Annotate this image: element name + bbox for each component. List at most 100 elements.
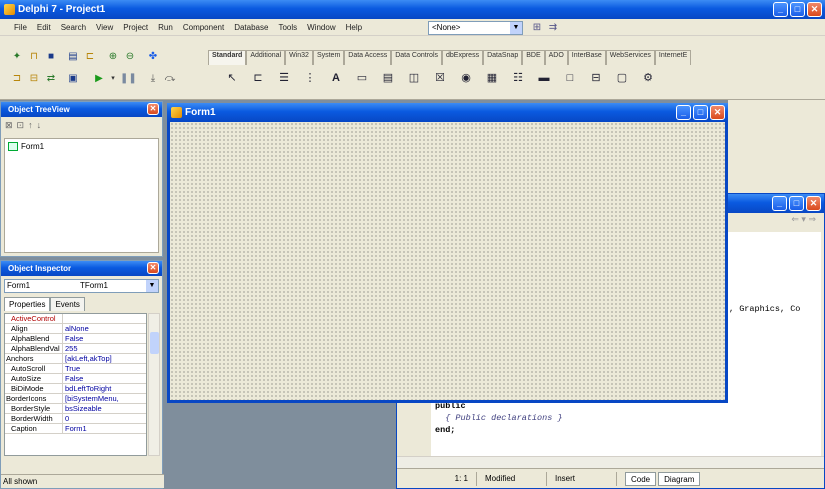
trace-into-icon[interactable]: ⤓ [146, 72, 160, 86]
add-file-icon[interactable]: ⊕ [106, 50, 120, 64]
palette-tab-datasnap[interactable]: DataSnap [483, 50, 523, 65]
form1-title-bar[interactable]: Form1 _ □ ✕ [167, 103, 728, 122]
main-title-bar[interactable]: Delphi 7 - Project1 _ □ ✕ [0, 0, 825, 19]
property-value[interactable]: bsSizeable [63, 404, 146, 413]
minimize-button[interactable]: _ [772, 196, 787, 211]
property-row[interactable]: AlphaBlend False [5, 334, 146, 344]
property-value[interactable]: alNone [63, 324, 146, 333]
minimize-button[interactable]: _ [773, 2, 788, 17]
palette-tab-bde[interactable]: BDE [522, 50, 545, 65]
new-icon[interactable]: ✦ [10, 50, 24, 64]
property-value[interactable]: bdLeftToRight [63, 384, 146, 393]
menu-database[interactable]: Database [234, 23, 268, 32]
maximize-button[interactable]: □ [693, 105, 708, 120]
step-over-icon[interactable]: ⤼ [163, 72, 177, 86]
property-row[interactable]: Anchors [akLeft,akTop] [5, 354, 146, 364]
object-inspector-title-bar[interactable]: Object Inspector ✕ [1, 261, 162, 276]
close-button[interactable]: ✕ [807, 2, 822, 17]
property-scrollbar[interactable] [148, 313, 160, 456]
palette-tab-ado[interactable]: ADO [544, 50, 568, 65]
save-icon[interactable]: ■ [44, 50, 58, 64]
actionlist-icon[interactable]: ⚙ [640, 70, 656, 86]
label-icon[interactable]: A [328, 70, 344, 86]
back-icon[interactable]: ⇐ [791, 214, 799, 224]
palette-tab-data-controls[interactable]: Data Controls [391, 50, 442, 65]
save-desktop-icon[interactable]: ⊞ [530, 21, 544, 35]
new-form-icon[interactable]: ▣ [66, 72, 80, 86]
radiogroup-icon[interactable]: ⊟ [588, 70, 604, 86]
move-up-icon[interactable]: ↑ [28, 120, 33, 132]
palette-tab-internete[interactable]: InternetE [654, 50, 692, 65]
property-value[interactable]: True [63, 364, 146, 373]
groupbox-icon[interactable]: □ [562, 70, 578, 86]
palette-tab-interbase[interactable]: InterBase [567, 50, 606, 65]
open-project-icon[interactable]: ⊏ [83, 50, 97, 64]
palette-tab-data-access[interactable]: Data Access [344, 50, 392, 65]
palette-tab-additional[interactable]: Additional [246, 50, 286, 65]
property-value[interactable]: 0 [63, 414, 146, 423]
button-icon[interactable]: ◫ [406, 70, 422, 86]
property-value[interactable]: False [63, 374, 146, 383]
tab-properties[interactable]: Properties [4, 297, 51, 311]
property-value[interactable]: False [63, 334, 146, 343]
radiobutton-icon[interactable]: ◉ [458, 70, 474, 86]
object-treeview-title-bar[interactable]: Object TreeView ✕ [1, 102, 162, 117]
property-row[interactable]: AutoSize False [5, 374, 146, 384]
scrollbar-thumb[interactable] [150, 332, 159, 354]
view-form-icon[interactable]: ⊟ [27, 72, 41, 86]
property-row[interactable]: BiDiMode bdLeftToRight [5, 384, 146, 394]
close-button[interactable]: ✕ [806, 196, 821, 211]
maximize-button[interactable]: □ [789, 196, 804, 211]
menu-help[interactable]: Help [346, 23, 362, 32]
menu-file[interactable]: File [14, 23, 27, 32]
run-dropdown-icon[interactable]: ▾ [106, 72, 120, 86]
run-icon[interactable]: ▶ [92, 72, 106, 86]
form-designer[interactable]: Form1 _ □ ✕ [167, 103, 728, 403]
property-row[interactable]: BorderStyle bsSizeable [5, 404, 146, 414]
tree-item[interactable]: Form1 [8, 142, 155, 151]
property-row[interactable]: Align alNone [5, 324, 146, 334]
palette-tab-dbexpress[interactable]: dbExpress [442, 50, 484, 65]
desktop-combo[interactable]: <None> ▼ [428, 21, 523, 35]
checkbox-icon[interactable]: ☒ [432, 70, 448, 86]
palette-tab-win32[interactable]: Win32 [285, 50, 313, 65]
mainmenu-icon[interactable]: ☰ [276, 70, 292, 86]
palette-tab-system[interactable]: System [312, 50, 345, 65]
tab-events[interactable]: Events [50, 297, 85, 311]
open-icon[interactable]: ⊓ [27, 50, 41, 64]
property-row[interactable]: AutoScroll True [5, 364, 146, 374]
tab-diagram[interactable]: Diagram [658, 471, 701, 486]
move-down-icon[interactable]: ↓ [37, 120, 42, 132]
pointer-icon[interactable]: ↖ [224, 70, 240, 86]
menu-run[interactable]: Run [158, 23, 173, 32]
scrollbar-icon[interactable]: ▬ [536, 70, 552, 86]
menu-component[interactable]: Component [183, 23, 224, 32]
minimize-button[interactable]: _ [676, 105, 691, 120]
chevron-down-icon[interactable]: ▼ [146, 280, 158, 292]
listbox-icon[interactable]: ▦ [484, 70, 500, 86]
palette-tab-webservices[interactable]: WebServices [605, 50, 655, 65]
property-value[interactable]: 255 [63, 344, 146, 353]
pause-icon[interactable]: ❚❚ [120, 72, 137, 86]
chevron-down-icon[interactable]: ▼ [510, 22, 522, 34]
menu-tools[interactable]: Tools [278, 23, 297, 32]
close-icon[interactable]: ✕ [147, 262, 159, 274]
form-design-grid[interactable] [170, 122, 725, 400]
save-all-icon[interactable]: ▤ [66, 50, 80, 64]
view-unit-icon[interactable]: ⊐ [10, 72, 24, 86]
property-row[interactable]: Caption Form1 [5, 424, 146, 434]
popupmenu-icon[interactable]: ⋮ [302, 70, 318, 86]
editor-h-scrollbar[interactable] [397, 456, 824, 468]
forward-icon[interactable]: ⇒ [808, 214, 816, 224]
toggle-form-unit-icon[interactable]: ⇄ [44, 72, 58, 86]
edit-icon[interactable]: ▭ [354, 70, 370, 86]
dropdown-icon[interactable]: ▾ [801, 214, 806, 224]
menu-search[interactable]: Search [61, 23, 86, 32]
combobox-icon[interactable]: ☷ [510, 70, 526, 86]
property-row[interactable]: ActiveControl [5, 314, 146, 324]
panel-icon[interactable]: ▢ [614, 70, 630, 86]
property-value[interactable] [63, 314, 146, 323]
set-debug-desktop-icon[interactable]: ⇉ [546, 21, 560, 35]
close-icon[interactable]: ✕ [147, 103, 159, 115]
maximize-button[interactable]: □ [790, 2, 805, 17]
